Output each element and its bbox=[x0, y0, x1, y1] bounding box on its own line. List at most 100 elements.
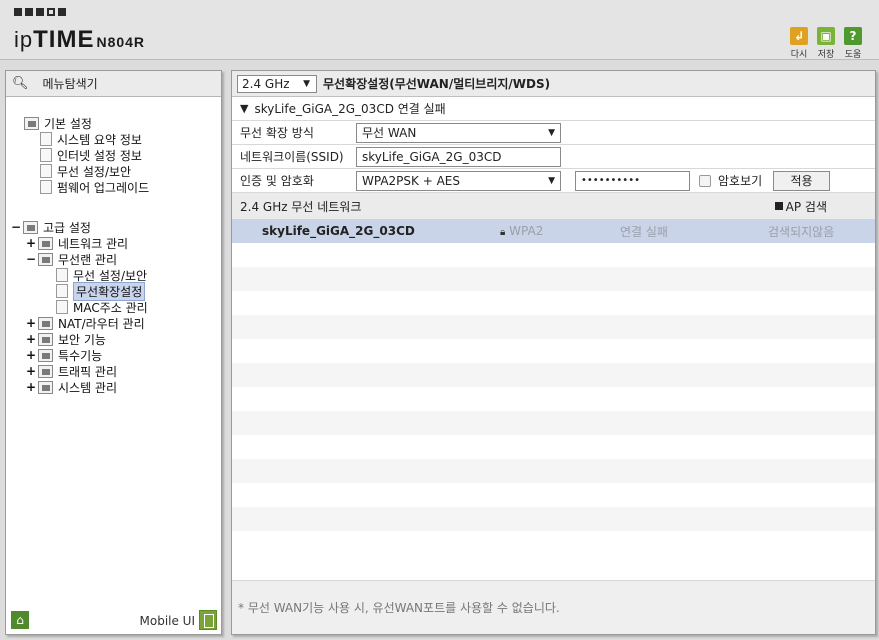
logo-dots bbox=[14, 8, 66, 16]
password-input[interactable]: •••••••••• bbox=[575, 170, 690, 191]
monitor-icon bbox=[40, 148, 52, 162]
page-icon bbox=[56, 284, 68, 298]
tree-traffic[interactable]: + 트래픽 관리 bbox=[26, 363, 117, 379]
folder-icon bbox=[24, 116, 39, 130]
magnifier-icon: 🔍︎ bbox=[12, 76, 29, 91]
traffic-icon bbox=[38, 364, 53, 378]
expand-icon[interactable]: + bbox=[26, 316, 36, 330]
mode-label: 무선 확장 방식 bbox=[240, 126, 314, 140]
logo-main: TIME bbox=[33, 26, 95, 53]
show-password-label: 암호보기 bbox=[718, 174, 763, 188]
search-icon bbox=[774, 202, 783, 210]
help-button[interactable]: ? 도움 bbox=[842, 27, 864, 60]
ap-row-empty bbox=[232, 339, 875, 363]
expand-icon[interactable]: + bbox=[26, 236, 36, 250]
save-label: 저장 bbox=[817, 50, 835, 60]
tree-advanced-label: 고급 설정 bbox=[43, 220, 91, 235]
network-list-title: 2.4 GHz 무선 네트워크 bbox=[240, 199, 362, 214]
sidebar-title-label: 메뉴탐색기 bbox=[42, 77, 98, 91]
band-select[interactable]: 2.4 GHz ▼ bbox=[237, 74, 317, 93]
ap-row-empty bbox=[232, 267, 875, 291]
mode-select[interactable]: 무선 WAN ▼ bbox=[356, 122, 561, 143]
tree-firmware-upgrade[interactable]: 펌웨어 업그레이드 bbox=[40, 179, 149, 195]
tree-traffic-label: 트래픽 관리 bbox=[58, 364, 118, 379]
main-title-bar: 2.4 GHz ▼ 무선확장설정(무선WAN/멀티브리지/WDS) bbox=[232, 71, 875, 97]
sidebar-footer: ⌂ Mobile UI bbox=[6, 608, 221, 634]
home-icon[interactable]: ⌂ bbox=[11, 611, 29, 629]
tree-system-label: 시스템 관리 bbox=[58, 380, 118, 395]
mobile-ui-label[interactable]: Mobile UI bbox=[140, 614, 196, 628]
network-list-header: 2.4 GHz 무선 네트워크 AP 검색 bbox=[232, 193, 875, 219]
tree-firmware-upgrade-label: 펌웨어 업그레이드 bbox=[57, 180, 150, 195]
apply-button[interactable]: 적용 bbox=[773, 170, 830, 191]
tree-wireless-mgmt[interactable]: − 무선랜 관리 bbox=[26, 251, 117, 267]
tree-network-mgmt-label: 네트워크 관리 bbox=[58, 236, 129, 251]
chart-icon bbox=[40, 132, 52, 146]
tree-advanced-settings[interactable]: − 고급 설정 bbox=[11, 219, 91, 235]
ap-ssid: skyLife_GiGA_2G_03CD bbox=[262, 224, 415, 238]
tree-nat-router-label: NAT/라우터 관리 bbox=[58, 316, 145, 331]
expand-icon[interactable]: + bbox=[26, 332, 36, 346]
ap-security: 🔒︎ WPA2 bbox=[500, 224, 543, 238]
lock-icon bbox=[38, 332, 53, 346]
ap-security-label: WPA2 bbox=[509, 224, 544, 238]
main-panel: 2.4 GHz ▼ 무선확장설정(무선WAN/멀티브리지/WDS) ▼ skyL… bbox=[231, 70, 876, 635]
tree-special-label: 특수기능 bbox=[58, 348, 103, 363]
notice: * 무선 WAN기능 사용 시, 유선WAN포트를 사용할 수 없습니다. bbox=[232, 580, 875, 634]
network-icon bbox=[38, 236, 53, 250]
save-button[interactable]: ▣ 저장 bbox=[815, 27, 837, 60]
collapse-icon[interactable]: − bbox=[26, 252, 36, 266]
tree-system-summary-label: 시스템 요약 정보 bbox=[57, 132, 142, 147]
tree-network-mgmt[interactable]: + 네트워크 관리 bbox=[26, 235, 128, 251]
mode-select-value: 무선 WAN bbox=[362, 126, 417, 140]
tree-nat-router[interactable]: + NAT/라우터 관리 bbox=[26, 315, 145, 331]
connection-status: ▼ skyLife_GiGA_2G_03CD 연결 실패 bbox=[232, 97, 875, 121]
ap-row-empty bbox=[232, 387, 875, 411]
tree-security-label: 보안 기능 bbox=[58, 332, 106, 347]
tree-security[interactable]: + 보안 기능 bbox=[26, 331, 106, 347]
ssid-row: 네트워크이름(SSID) skyLife_GiGA_2G_03CD bbox=[232, 145, 875, 169]
ap-list: skyLife_GiGA_2G_03CD 🔒︎ WPA2 연결 실패 검색되지않… bbox=[232, 219, 875, 555]
ssid-input[interactable]: skyLife_GiGA_2G_03CD bbox=[356, 146, 561, 167]
tree-internet-info[interactable]: 인터넷 설정 정보 bbox=[40, 147, 142, 163]
ssid-input-value: skyLife_GiGA_2G_03CD bbox=[362, 149, 502, 164]
ap-search-button[interactable]: AP 검색 bbox=[774, 198, 827, 215]
tree-mac-mgmt[interactable]: MAC주소 관리 bbox=[56, 299, 148, 315]
tree-internet-info-label: 인터넷 설정 정보 bbox=[57, 148, 142, 163]
auth-select[interactable]: WPA2PSK + AES ▼ bbox=[356, 170, 561, 191]
ap-search-label: AP 검색 bbox=[785, 199, 827, 214]
help-icon: ? bbox=[844, 27, 862, 45]
page-icon bbox=[56, 300, 68, 314]
tree-wireless-extension[interactable]: 무선확장설정 bbox=[56, 281, 146, 301]
tree-special[interactable]: + 특수기능 bbox=[26, 347, 102, 363]
mobile-icon[interactable] bbox=[199, 610, 217, 630]
mode-row: 무선 확장 방식 무선 WAN ▼ bbox=[232, 121, 875, 145]
page-title: 무선확장설정(무선WAN/멀티브리지/WDS) bbox=[323, 77, 551, 91]
back-icon: ↲ bbox=[790, 27, 808, 45]
collapse-icon[interactable]: − bbox=[11, 220, 21, 234]
back-button[interactable]: ↲ 다시 bbox=[788, 27, 810, 60]
brand-logo: ipTIME N804R bbox=[14, 26, 145, 54]
tree-basic-settings[interactable]: 기본 설정 bbox=[24, 115, 92, 131]
tree-basic-label: 기본 설정 bbox=[44, 116, 92, 131]
expand-icon[interactable]: + bbox=[26, 348, 36, 362]
system-icon bbox=[38, 380, 53, 394]
special-icon bbox=[38, 348, 53, 362]
auth-label: 인증 및 암호화 bbox=[240, 174, 314, 188]
menu-explorer: 🔍︎ 메뉴탐색기 기본 설정 시스템 요약 정보 인터넷 설정 정보 무선 설정… bbox=[5, 70, 222, 635]
notice-text: * 무선 WAN기능 사용 시, 유선WAN포트를 사용할 수 없습니다. bbox=[238, 601, 560, 615]
tree-wireless-security-basic[interactable]: 무선 설정/보안 bbox=[40, 163, 131, 179]
ap-status: 연결 실패 bbox=[620, 224, 668, 239]
wifi-icon bbox=[40, 164, 52, 178]
tree-system-summary[interactable]: 시스템 요약 정보 bbox=[40, 131, 142, 147]
expand-icon[interactable]: + bbox=[26, 364, 36, 378]
ap-scan-status: 검색되지않음 bbox=[768, 224, 835, 239]
logo-prefix: ip bbox=[14, 27, 34, 52]
auth-select-value: WPA2PSK + AES bbox=[362, 173, 460, 188]
ap-row[interactable]: skyLife_GiGA_2G_03CD 🔒︎ WPA2 연결 실패 검색되지않… bbox=[232, 219, 875, 243]
band-select-value: 2.4 GHz bbox=[242, 76, 290, 91]
ap-row-empty bbox=[232, 411, 875, 435]
tree-system[interactable]: + 시스템 관리 bbox=[26, 379, 117, 395]
show-password-checkbox[interactable] bbox=[699, 174, 711, 187]
expand-icon[interactable]: + bbox=[26, 380, 36, 394]
